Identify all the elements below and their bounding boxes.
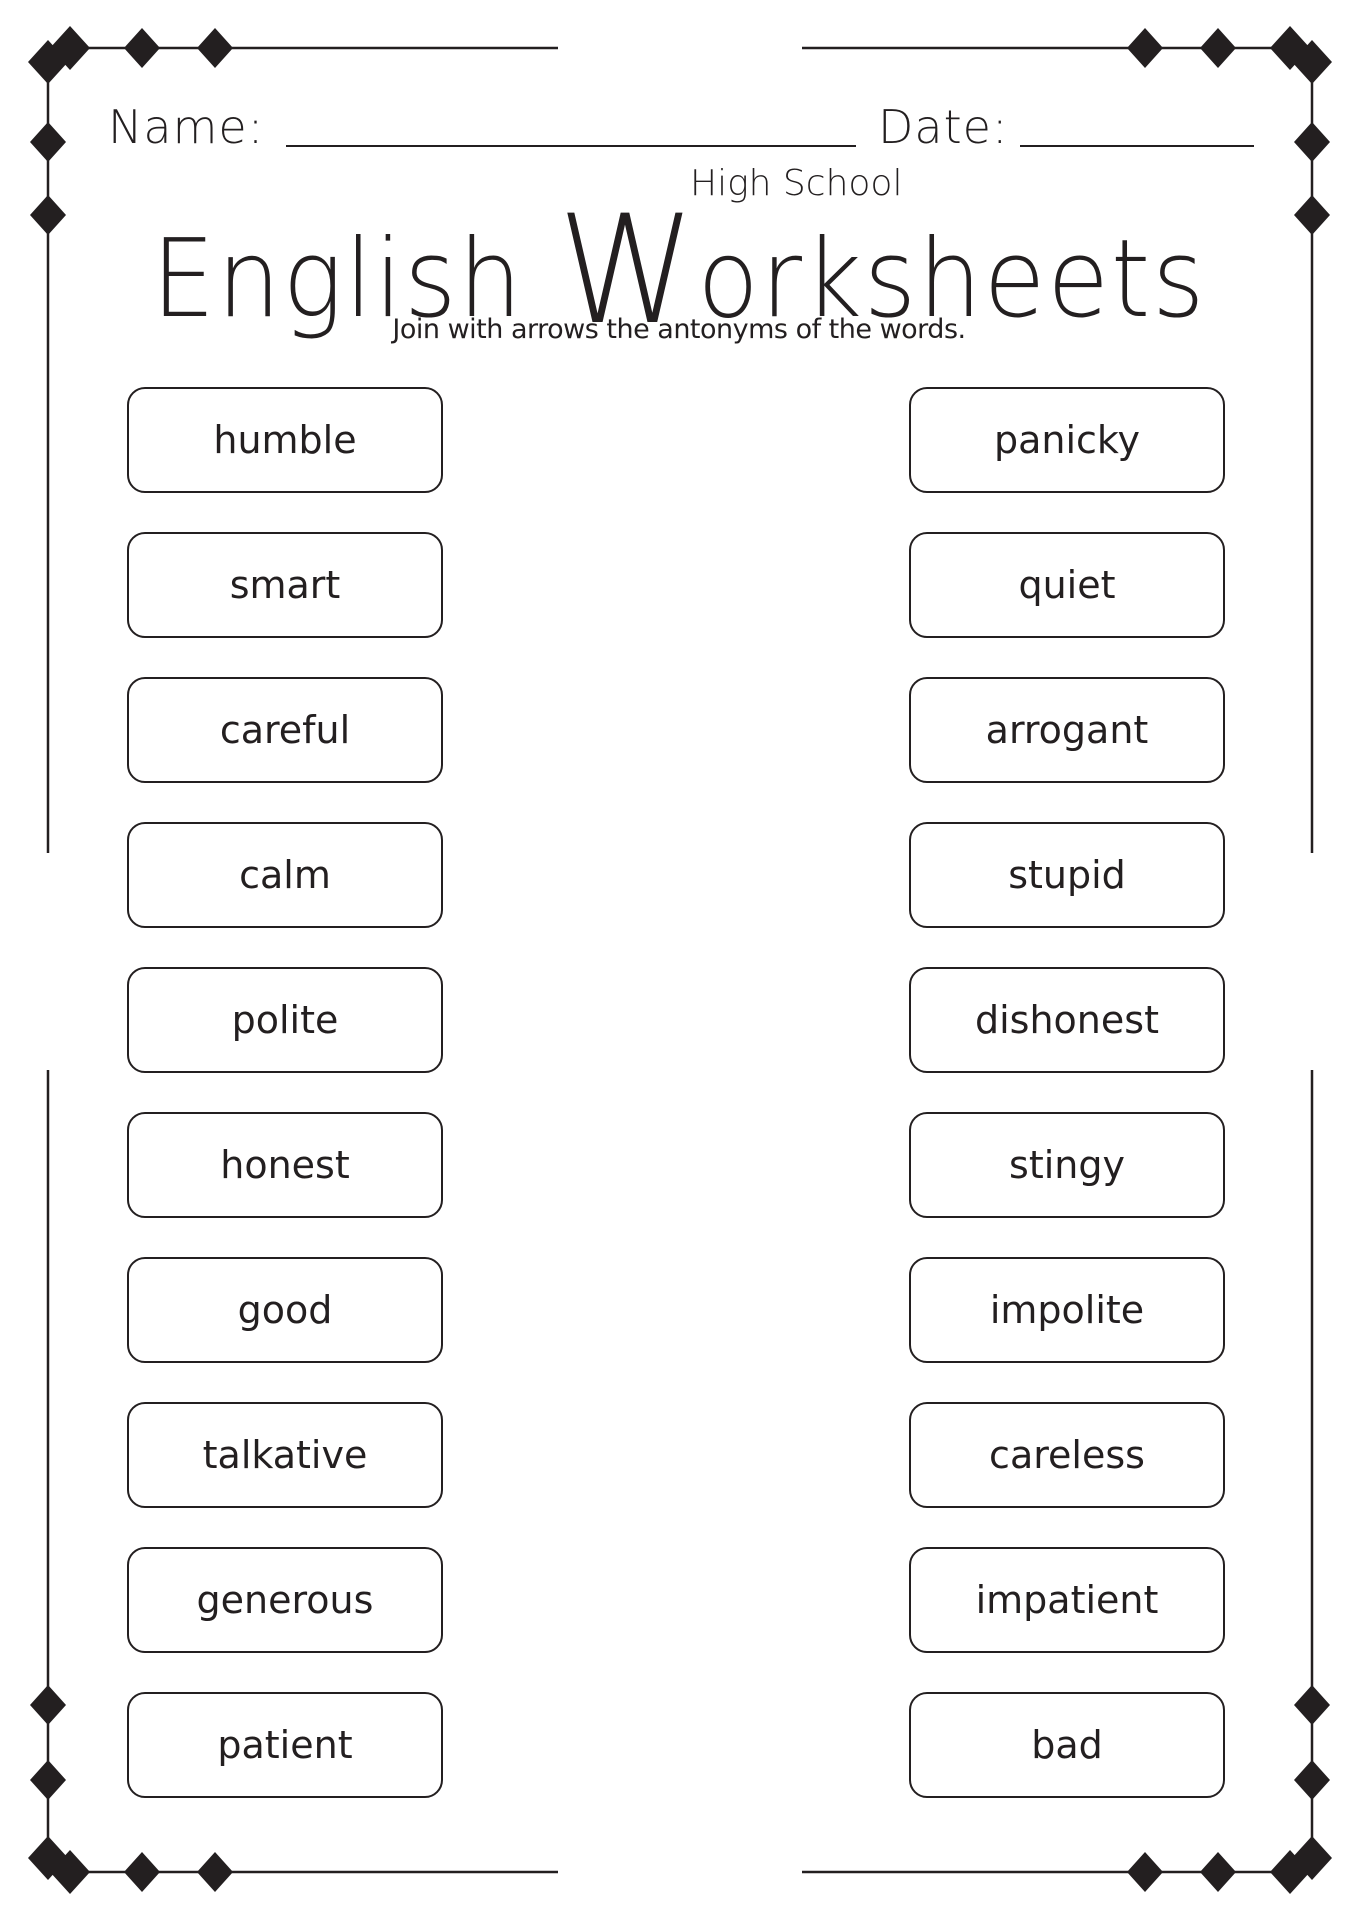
left-word-box[interactable]: honest bbox=[127, 1112, 443, 1218]
diamond-icon bbox=[1294, 1685, 1330, 1725]
left-word-box[interactable]: patient bbox=[127, 1692, 443, 1798]
diamond-icon bbox=[30, 1685, 66, 1725]
diamond-icon bbox=[1294, 122, 1330, 162]
right-word-box[interactable]: arrogant bbox=[909, 677, 1225, 783]
right-word-box[interactable]: bad bbox=[909, 1692, 1225, 1798]
right-word-box[interactable]: impolite bbox=[909, 1257, 1225, 1363]
diamond-icon bbox=[124, 28, 160, 68]
left-word-box[interactable]: careful bbox=[127, 677, 443, 783]
right-word-box[interactable]: careless bbox=[909, 1402, 1225, 1508]
diamond-icon bbox=[197, 1852, 233, 1892]
right-word-box[interactable]: quiet bbox=[909, 532, 1225, 638]
left-word-box[interactable]: humble bbox=[127, 387, 443, 493]
right-word-box[interactable]: impatient bbox=[909, 1547, 1225, 1653]
left-word-box[interactable]: generous bbox=[127, 1547, 443, 1653]
right-word-box[interactable]: stingy bbox=[909, 1112, 1225, 1218]
diamond-icon bbox=[1294, 1760, 1330, 1800]
left-word-box[interactable]: polite bbox=[127, 967, 443, 1073]
diamond-icon bbox=[30, 122, 66, 162]
diamond-icon bbox=[124, 1852, 160, 1892]
diamond-icon bbox=[1127, 1852, 1163, 1892]
right-word-box[interactable]: panicky bbox=[909, 387, 1225, 493]
diamond-icon bbox=[1200, 28, 1236, 68]
instruction-text: Join with arrows the antonyms of the wor… bbox=[392, 314, 966, 345]
right-word-box[interactable]: dishonest bbox=[909, 967, 1225, 1073]
left-word-box[interactable]: talkative bbox=[127, 1402, 443, 1508]
name-field[interactable] bbox=[286, 145, 856, 147]
left-word-box[interactable]: good bbox=[127, 1257, 443, 1363]
name-label: Name: bbox=[108, 100, 265, 154]
diamond-icon bbox=[197, 28, 233, 68]
left-word-box[interactable]: calm bbox=[127, 822, 443, 928]
left-word-box[interactable]: smart bbox=[127, 532, 443, 638]
diamond-icon bbox=[30, 1760, 66, 1800]
diamond-icon bbox=[1127, 28, 1163, 68]
date-label: Date: bbox=[878, 100, 1009, 154]
diamond-icon bbox=[1200, 1852, 1236, 1892]
right-word-box[interactable]: stupid bbox=[909, 822, 1225, 928]
date-field[interactable] bbox=[1020, 145, 1254, 147]
